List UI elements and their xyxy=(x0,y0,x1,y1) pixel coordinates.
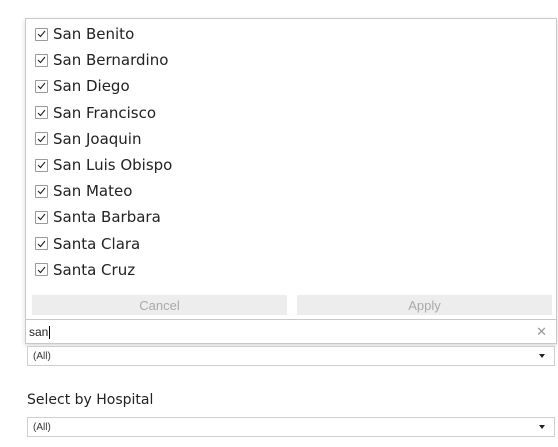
list-item[interactable]: San Francisco xyxy=(26,100,556,126)
list-item[interactable]: San Benito xyxy=(26,21,556,47)
list-item[interactable]: San Mateo xyxy=(26,178,556,204)
list-item-label: San Bernardino xyxy=(53,51,169,70)
search-value: san xyxy=(29,325,49,339)
checkmark-icon xyxy=(37,83,46,90)
checkbox[interactable] xyxy=(35,237,48,251)
list-item[interactable]: Santa Cruz xyxy=(26,257,556,283)
hospital-dropdown[interactable]: (All) xyxy=(27,417,555,437)
checkbox[interactable] xyxy=(35,158,48,172)
list-item-label: San Diego xyxy=(53,77,130,96)
list-item-label: San Benito xyxy=(53,25,135,44)
hospital-filter-label: Select by Hospital xyxy=(27,392,154,408)
list-item[interactable]: Santa Barbara xyxy=(26,204,556,230)
dropdown-value: (All) xyxy=(33,421,51,433)
search-input[interactable]: san ✕ xyxy=(26,319,556,344)
apply-button[interactable]: Apply xyxy=(297,295,552,315)
checkmark-icon xyxy=(37,214,46,221)
checkbox[interactable] xyxy=(35,106,48,120)
checkbox[interactable] xyxy=(35,132,48,146)
list-item[interactable]: San Bernardino xyxy=(26,47,556,73)
chevron-down-icon xyxy=(539,354,545,358)
checkmark-icon xyxy=(37,30,46,38)
checkmark-icon xyxy=(37,135,46,143)
checkbox[interactable] xyxy=(35,184,48,198)
checkbox[interactable] xyxy=(35,27,48,41)
list-item[interactable]: Santa Clara xyxy=(26,231,556,257)
list-item-label: San Francisco xyxy=(53,103,157,122)
checkbox[interactable] xyxy=(35,79,48,93)
checkmark-icon xyxy=(37,56,46,64)
button-row: Cancel Apply xyxy=(32,295,552,315)
cancel-button[interactable]: Cancel xyxy=(32,295,287,315)
list-item-label: San Joaquin xyxy=(53,129,142,148)
checkbox[interactable] xyxy=(35,210,48,224)
checkbox[interactable] xyxy=(35,53,48,67)
checkbox[interactable] xyxy=(35,263,48,277)
county-dropdown[interactable]: (All) xyxy=(27,346,555,366)
list-item-label: Santa Barbara xyxy=(53,208,161,227)
chevron-down-icon xyxy=(539,425,545,429)
list-item-label: Santa Clara xyxy=(53,234,141,253)
close-icon[interactable]: ✕ xyxy=(536,325,547,339)
list-item-label: San Luis Obispo xyxy=(53,156,173,175)
list-item[interactable]: San Joaquin xyxy=(26,126,556,152)
list-item-label: San Mateo xyxy=(53,182,133,201)
dropdown-value: (All) xyxy=(33,350,51,362)
checkmark-icon xyxy=(37,240,46,247)
checkmark-icon xyxy=(37,161,46,169)
checkmark-icon xyxy=(37,266,46,274)
checkmark-icon xyxy=(37,187,46,195)
text-caret xyxy=(49,325,51,339)
filter-popup: San Benito San Bernardino San Diego San … xyxy=(25,18,557,344)
filter-list: San Benito San Bernardino San Diego San … xyxy=(26,21,556,283)
list-item[interactable]: San Diego xyxy=(26,73,556,99)
list-item-label: Santa Cruz xyxy=(53,260,136,279)
list-item[interactable]: San Luis Obispo xyxy=(26,152,556,178)
checkmark-icon xyxy=(37,109,46,116)
